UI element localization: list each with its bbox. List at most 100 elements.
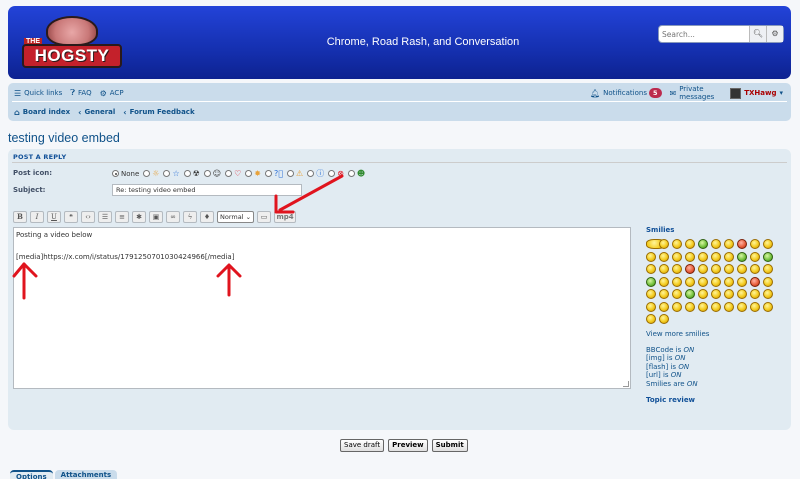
notifications-button[interactable]: 🔔︎ Notifications 5 [590,88,662,98]
post-icon-radio[interactable] [287,170,295,177]
smiley-icon[interactable] [659,301,669,312]
underline-button[interactable]: U [47,211,61,223]
smiley-icon[interactable] [737,264,747,274]
color-button[interactable]: ♦ [200,211,214,223]
post-icon-radio[interactable] [347,170,355,177]
smiley-icon[interactable] [763,264,773,274]
smiley-icon[interactable] [659,239,669,249]
bbcode-link[interactable]: BBCode [646,346,673,354]
smiley-icon[interactable] [711,264,721,274]
smiley-icon[interactable] [659,276,669,287]
smiley-icon[interactable] [646,251,656,262]
bold-button[interactable]: B [13,211,27,223]
breadcrumb-board-index[interactable]: ⌂ Board index [14,108,70,117]
smiley-icon[interactable] [698,264,708,274]
topic-review-link[interactable]: Topic review [646,396,786,404]
smiley-icon[interactable] [646,301,656,312]
post-icon-radio[interactable] [328,170,336,177]
smiley-icon[interactable] [646,289,656,299]
smiley-icon[interactable] [737,289,747,299]
acp-link[interactable]: ⚙ ACP [100,89,124,98]
smiley-icon[interactable] [646,264,656,274]
list-button[interactable]: ☰ [98,211,112,223]
smiley-icon[interactable] [724,239,734,249]
smiley-icon[interactable] [698,301,708,312]
post-icon-radio[interactable] [203,170,211,177]
smiley-icon[interactable] [685,239,695,249]
post-icon-radio[interactable] [307,170,315,177]
smiley-icon[interactable] [763,289,773,299]
smiley-icon[interactable] [724,276,734,287]
smiley-icon[interactable] [763,239,773,249]
smiley-icon[interactable] [711,276,721,287]
smiley-icon[interactable] [659,289,669,299]
save-draft-button[interactable]: Save draft [340,439,385,452]
site-logo[interactable]: THE HOGSTY [22,16,122,72]
smiley-icon[interactable] [763,301,773,312]
smiley-icon[interactable] [659,264,669,274]
smiley-icon[interactable] [685,264,695,274]
smiley-icon[interactable] [698,289,708,299]
post-icon-radio-none[interactable] [112,170,119,177]
quick-links-button[interactable]: ☰ Quick links [14,89,62,98]
view-more-smilies-link[interactable]: View more smilies [646,330,709,338]
smiley-icon[interactable] [685,276,695,287]
search-button[interactable]: 🔍︎ [749,26,766,42]
smiley-icon[interactable] [685,289,695,299]
smiley-icon[interactable] [724,251,734,262]
smiley-icon[interactable] [659,251,669,262]
smiley-icon[interactable] [750,289,760,299]
post-icon-radio[interactable] [183,170,191,177]
smiley-icon[interactable] [711,289,721,299]
advanced-search-button[interactable]: ⚙ [766,26,783,42]
smiley-icon[interactable] [750,251,760,262]
submit-button[interactable]: Submit [431,439,468,452]
smiley-icon[interactable] [750,301,760,312]
tab-options[interactable]: Options [10,470,53,479]
faq-link[interactable]: ❓︎ FAQ [70,88,91,98]
smiley-icon[interactable] [724,301,734,312]
smiley-icon[interactable] [763,251,773,262]
user-menu[interactable]: TXHawg ▾ [730,87,783,99]
media-button[interactable]: ▭ [257,211,272,223]
smiley-icon[interactable] [672,251,682,262]
mp4-button[interactable]: mp4 [274,211,297,223]
post-icon-radio[interactable] [245,170,253,177]
list-item-button[interactable]: ✱ [132,211,146,223]
smiley-icon[interactable] [711,239,721,249]
smiley-icon[interactable] [724,264,734,274]
smiley-icon[interactable] [737,276,747,287]
font-size-select[interactable]: Normal ⌄ [217,211,255,223]
smiley-icon[interactable] [698,251,708,262]
code-button[interactable]: ‹› [81,211,95,223]
smiley-icon[interactable] [672,276,682,287]
ordered-list-button[interactable]: ≡ [115,211,129,223]
flash-button[interactable]: ϟ [183,211,197,223]
smiley-icon[interactable] [698,276,708,287]
post-icon-radio[interactable] [163,170,171,177]
smiley-icon[interactable] [646,314,656,324]
smiley-icon[interactable] [750,264,760,274]
image-button[interactable]: ▣ [149,211,163,223]
smiley-icon[interactable] [646,276,656,287]
smiley-icon[interactable] [750,276,760,287]
tab-attachments[interactable]: Attachments [54,470,118,479]
smiley-icon[interactable] [672,239,682,249]
topic-title[interactable]: testing video embed [8,131,120,145]
message-textarea[interactable]: Posting a video below [media]https://x.c… [13,227,631,389]
smiley-icon[interactable] [685,251,695,262]
smiley-icon[interactable] [737,251,747,262]
italic-button[interactable]: I [30,211,44,223]
smiley-icon[interactable] [724,289,734,299]
smiley-icon[interactable] [737,301,747,312]
smiley-icon[interactable] [672,301,682,312]
breadcrumb-forum-feedback[interactable]: ‹ Forum Feedback [123,108,194,117]
breadcrumb-general[interactable]: ‹ General [78,108,115,117]
post-icon-radio[interactable] [143,170,151,177]
private-messages-link[interactable]: ✉ Private messages [670,85,723,101]
post-icon-radio[interactable] [225,170,233,177]
smiley-icon[interactable] [672,264,682,274]
search-input[interactable] [662,28,748,40]
smiley-icon[interactable] [698,239,708,249]
smiley-icon[interactable] [685,301,695,312]
